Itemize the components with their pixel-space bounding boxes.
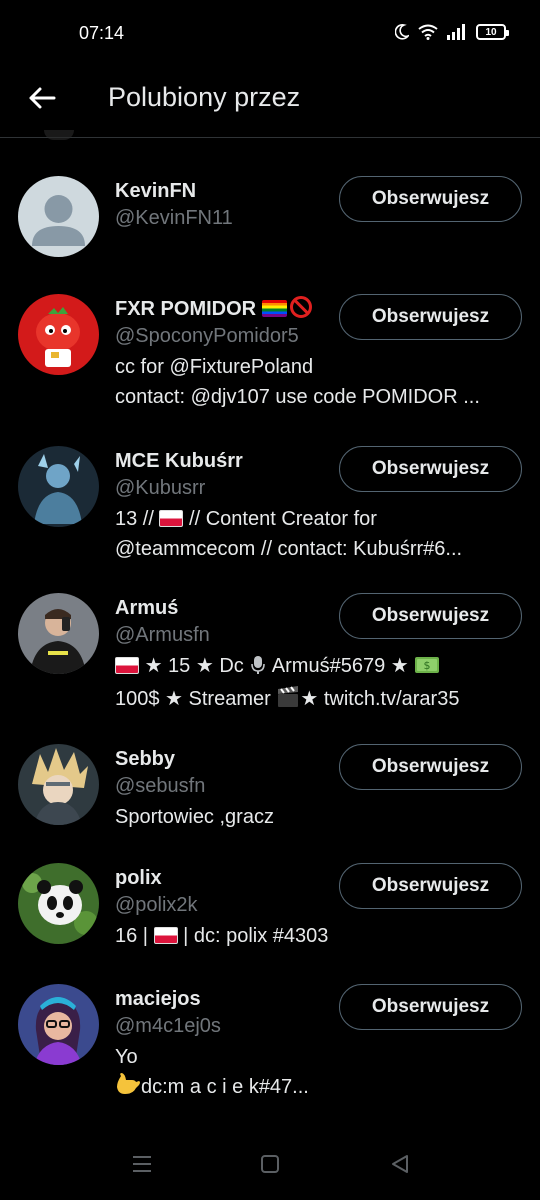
avatar[interactable]	[18, 863, 99, 944]
header: Polubiony przez	[0, 66, 540, 138]
poland-flag-icon	[159, 510, 184, 527]
following-button[interactable]: Obserwujesz	[339, 744, 522, 790]
system-nav-bar	[0, 1130, 540, 1200]
avatar[interactable]	[18, 176, 99, 257]
bio-text: 100$ ★ Streamer	[115, 688, 271, 710]
avatar[interactable]	[18, 984, 99, 1065]
user-bio: Sportowiec ,gracz	[115, 802, 515, 832]
bio-line: ★ 15 ★ Dc Armuś#5679 ★ $	[115, 651, 515, 684]
back-button[interactable]	[22, 80, 62, 120]
following-button[interactable]: Obserwujesz	[339, 593, 522, 639]
user-bio: Yo dc:m a c i e k#47...	[115, 1042, 515, 1105]
status-icons: 10	[395, 24, 509, 40]
money-icon: $	[414, 654, 440, 684]
user-bio: 13 // // Content Creator for @teammcecom…	[115, 504, 515, 564]
home-icon	[260, 1154, 280, 1179]
bio-line: 16 | | dc: polix #4303	[115, 921, 515, 951]
user-bio: 16 | | dc: polix #4303	[115, 921, 515, 951]
back-triangle-icon	[390, 1154, 410, 1179]
bio-line: cc for @FixturePoland	[115, 356, 314, 378]
following-button[interactable]: Obserwujesz	[339, 863, 522, 909]
bio-line: dc:m a c i e k#47...	[115, 1072, 515, 1105]
user-name-text: FXR POMIDOR	[115, 298, 257, 320]
bio-line: 100$ ★ Streamer ★ twitch.tv/arar35	[115, 684, 515, 717]
arrow-left-icon	[28, 86, 56, 115]
bio-text: Armuś#5679 ★	[271, 655, 409, 677]
bio-text: | dc: polix #4303	[183, 925, 329, 947]
bio-text: ★ 15 ★ Dc	[144, 655, 244, 677]
recents-icon	[131, 1154, 153, 1179]
user-bio: cc for @FixturePoland contact: @djv107 u…	[115, 352, 515, 412]
prohibited-icon	[289, 296, 312, 318]
following-button[interactable]: Obserwujesz	[339, 294, 522, 340]
following-button[interactable]: Obserwujesz	[339, 176, 522, 222]
bio-line: 13 // // Content Creator for	[115, 504, 515, 534]
user-bio: ★ 15 ★ Dc Armuś#5679 ★ $ 100$ ★ Streamer…	[115, 651, 515, 717]
signal-icon	[447, 24, 467, 40]
bio-text: 16 |	[115, 925, 148, 947]
system-back-button[interactable]	[388, 1154, 412, 1178]
battery-icon: 10	[476, 24, 509, 40]
wifi-icon	[418, 24, 438, 40]
bio-text: 13 //	[115, 508, 154, 530]
status-time: 07:14	[79, 23, 125, 43]
following-button[interactable]: Obserwujesz	[339, 984, 522, 1030]
moon-icon	[395, 24, 409, 40]
bio-line: contact: @djv107 use code POMIDOR ...	[115, 386, 480, 408]
rainbow-flag-icon	[261, 300, 287, 317]
avatar[interactable]	[18, 593, 99, 674]
avatar[interactable]	[18, 294, 99, 375]
bio-text: // Content Creator for	[189, 508, 377, 530]
poland-flag-icon	[115, 657, 139, 674]
home-button[interactable]	[258, 1154, 282, 1178]
call-me-hand-icon	[115, 1072, 141, 1105]
avatar[interactable]	[18, 446, 99, 527]
poland-flag-icon	[153, 927, 178, 944]
bio-text: dc:m a c i e k#47...	[141, 1076, 309, 1098]
bio-line: @teammcecom // contact: Kubuśrr#6...	[115, 538, 463, 560]
avatar[interactable]	[18, 744, 99, 825]
bio-line: Sportowiec ,gracz	[115, 806, 274, 828]
bio-line: Yo	[115, 1046, 138, 1068]
svg-text:$: $	[424, 659, 431, 672]
recents-button[interactable]	[130, 1154, 154, 1178]
status-bar: 07:14 10	[0, 0, 540, 66]
page-title: Polubiony przez	[108, 82, 301, 112]
previous-avatar-peek	[44, 130, 74, 140]
microphone-icon	[249, 654, 267, 684]
following-button[interactable]: Obserwujesz	[339, 446, 522, 492]
clapper-board-icon	[276, 686, 300, 717]
bio-text: ★ twitch.tv/arar35	[300, 688, 460, 710]
